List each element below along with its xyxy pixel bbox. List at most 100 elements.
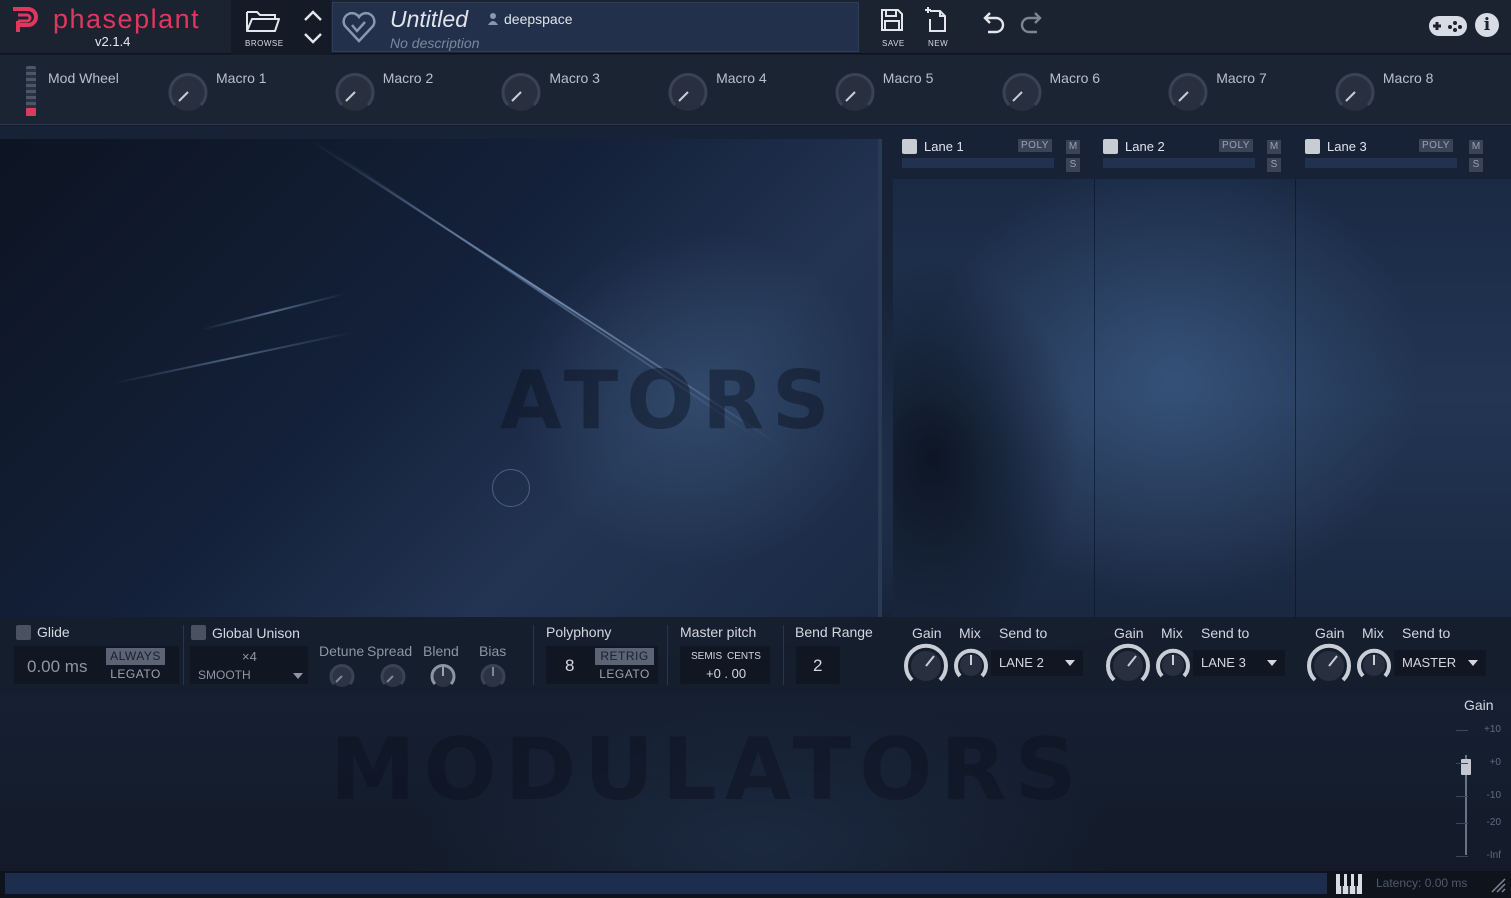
glide-checkbox[interactable] bbox=[16, 625, 31, 640]
macro-knob[interactable] bbox=[1334, 71, 1376, 113]
glide-legato-toggle[interactable]: LEGATO bbox=[106, 666, 165, 683]
poly-toggle[interactable]: POLY bbox=[1219, 139, 1253, 152]
lane-send-dropdown[interactable]: MASTER bbox=[1394, 650, 1486, 676]
undo-icon[interactable] bbox=[980, 12, 1006, 40]
macro-label[interactable]: Macro 8 bbox=[1383, 70, 1434, 86]
macro-knob[interactable] bbox=[334, 71, 376, 113]
lane-gain-knob[interactable] bbox=[1105, 643, 1151, 687]
mute-button[interactable]: M bbox=[1066, 140, 1080, 154]
detune-knob[interactable] bbox=[328, 662, 356, 690]
lane-send-label: Send to bbox=[1201, 625, 1250, 641]
unison-voices-value[interactable]: ×4 bbox=[242, 649, 257, 664]
macro-knob[interactable] bbox=[834, 71, 876, 113]
poly-toggle[interactable]: POLY bbox=[1419, 139, 1453, 152]
info-icon[interactable]: i bbox=[1475, 13, 1499, 37]
app-version: v2.1.4 bbox=[95, 34, 131, 49]
unison-mode-value[interactable]: SMOOTH bbox=[198, 668, 251, 682]
chevron-down-icon[interactable] bbox=[303, 32, 323, 46]
macro-label[interactable]: Macro 4 bbox=[716, 70, 767, 86]
glide-time-value[interactable]: 0.00 ms bbox=[27, 657, 87, 677]
lane-send-dropdown[interactable]: LANE 2 bbox=[991, 650, 1083, 676]
lane-send-dropdown[interactable]: LANE 3 bbox=[1193, 650, 1285, 676]
lane-name[interactable]: Lane 1 bbox=[924, 139, 964, 154]
lane-send-value: LANE 3 bbox=[1201, 655, 1246, 670]
mod-wheel-slider[interactable] bbox=[26, 66, 36, 116]
planet-ring bbox=[492, 469, 530, 507]
unison-voices-field[interactable]: ×4 SMOOTH bbox=[190, 646, 308, 684]
macro-label[interactable]: Macro 1 bbox=[216, 70, 267, 86]
lane-mix-knob[interactable] bbox=[953, 647, 989, 683]
preset-title[interactable]: Untitled bbox=[390, 6, 468, 33]
solo-button[interactable]: S bbox=[1267, 158, 1281, 172]
lane-level-bar bbox=[1103, 158, 1255, 168]
resize-handle-icon[interactable] bbox=[1490, 877, 1506, 893]
bend-range-value[interactable]: 2 bbox=[813, 656, 822, 676]
spread-knob[interactable] bbox=[379, 662, 407, 690]
lane-gain-knob[interactable] bbox=[1306, 643, 1352, 687]
glide-always-toggle[interactable]: ALWAYS bbox=[106, 648, 165, 665]
macro-knob[interactable] bbox=[1167, 71, 1209, 113]
master-pitch-field[interactable]: SEMIS CENTS +0 . 00 bbox=[680, 646, 770, 684]
macro-knob[interactable] bbox=[500, 71, 542, 113]
gamepad-icon[interactable] bbox=[1428, 14, 1468, 38]
glide-label: Glide bbox=[37, 624, 70, 640]
poly-toggle[interactable]: POLY bbox=[1018, 139, 1052, 152]
polyphony-value[interactable]: 8 bbox=[565, 656, 574, 676]
mute-button[interactable]: M bbox=[1267, 140, 1281, 154]
polyphony-label: Polyphony bbox=[546, 624, 612, 640]
lane-mix-knob[interactable] bbox=[1155, 647, 1191, 683]
mute-button[interactable]: M bbox=[1469, 140, 1483, 154]
macro-knob[interactable] bbox=[167, 71, 209, 113]
redo-icon[interactable] bbox=[1019, 12, 1045, 40]
lane-gain-knob[interactable] bbox=[903, 643, 949, 687]
lane-enable-checkbox[interactable] bbox=[1103, 139, 1118, 154]
save-icon bbox=[881, 9, 903, 31]
macro-label[interactable]: Macro 3 bbox=[549, 70, 600, 86]
macro-label[interactable]: Macro 2 bbox=[383, 70, 434, 86]
chevron-down-icon bbox=[1267, 660, 1277, 666]
retrig-toggle[interactable]: RETRIG bbox=[595, 648, 654, 665]
polyphony-field[interactable]: 8 RETRIG LEGATO bbox=[546, 646, 658, 684]
new-preset-button[interactable]: NEW bbox=[914, 0, 958, 54]
lane-name[interactable]: Lane 3 bbox=[1327, 139, 1367, 154]
bend-range-field[interactable]: 2 bbox=[796, 646, 840, 684]
lane-divider bbox=[1295, 179, 1296, 617]
lane-enable-checkbox[interactable] bbox=[902, 139, 917, 154]
browse-button[interactable]: BROWSE bbox=[231, 0, 295, 54]
macro-knob[interactable] bbox=[667, 71, 709, 113]
preset-description[interactable]: No description bbox=[390, 35, 480, 51]
piano-keyboard-icon[interactable] bbox=[1335, 873, 1363, 895]
legato-toggle[interactable]: LEGATO bbox=[595, 666, 654, 683]
master-pitch-label: Master pitch bbox=[680, 624, 757, 640]
keyboard-strip[interactable] bbox=[5, 873, 1327, 894]
bias-knob[interactable] bbox=[479, 662, 507, 690]
comet-streak bbox=[199, 292, 346, 331]
save-button[interactable]: SAVE bbox=[870, 0, 914, 54]
chevron-down-icon bbox=[1065, 660, 1075, 666]
blend-knob[interactable] bbox=[429, 662, 457, 690]
macro-label[interactable]: Macro 6 bbox=[1050, 70, 1101, 86]
lane-enable-checkbox[interactable] bbox=[1305, 139, 1320, 154]
lane-name[interactable]: Lane 2 bbox=[1125, 139, 1165, 154]
lane-mix-knob[interactable] bbox=[1356, 647, 1392, 683]
macro-label[interactable]: Macro 5 bbox=[883, 70, 934, 86]
top-toolbar: phaseplant v2.1.4 BROWSE Untitled deepsp… bbox=[0, 0, 1511, 54]
solo-button[interactable]: S bbox=[1066, 158, 1080, 172]
status-bar: Latency: 0.00 ms bbox=[0, 871, 1511, 898]
user-icon bbox=[488, 13, 498, 25]
heart-icon[interactable] bbox=[341, 9, 377, 45]
master-gain-fader[interactable]: +10 +0 -10 -20 -Inf bbox=[1456, 720, 1511, 865]
chevron-up-icon[interactable] bbox=[303, 8, 323, 22]
macro-knob[interactable] bbox=[1001, 71, 1043, 113]
glide-time-field[interactable]: 0.00 ms ALWAYS LEGATO bbox=[14, 646, 179, 684]
solo-button[interactable]: S bbox=[1469, 158, 1483, 172]
lane-level-bar bbox=[1305, 158, 1457, 168]
lane-mix-label: Mix bbox=[1362, 625, 1384, 641]
preset-info-box[interactable]: Untitled deepspace No description bbox=[332, 2, 859, 52]
fader-thumb[interactable] bbox=[1461, 759, 1471, 775]
master-pitch-value[interactable]: +0 . 00 bbox=[706, 666, 746, 681]
unison-checkbox[interactable] bbox=[191, 625, 206, 640]
macro-label[interactable]: Macro 7 bbox=[1216, 70, 1267, 86]
separator bbox=[667, 625, 668, 685]
separator bbox=[183, 625, 184, 685]
